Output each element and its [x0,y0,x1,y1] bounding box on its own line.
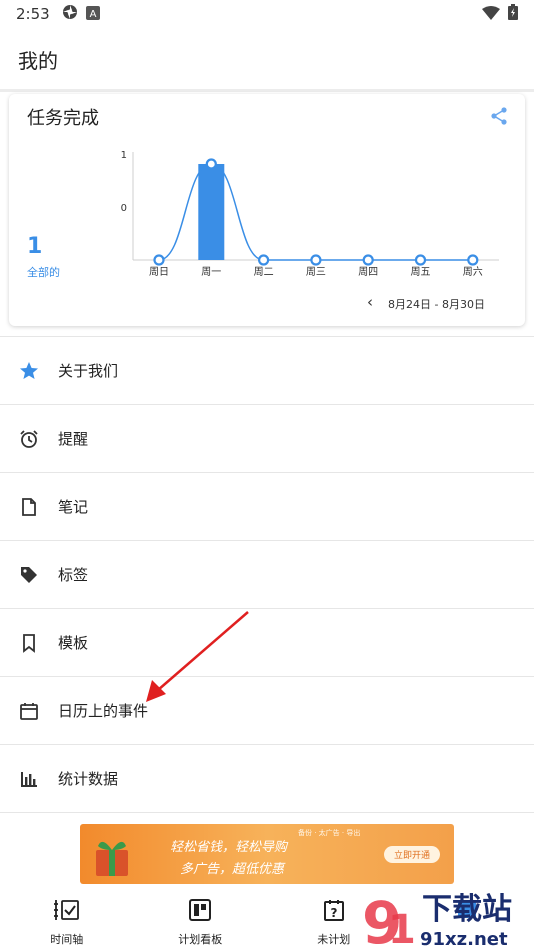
tag-icon [18,564,40,586]
watermark-text: 下载站 [422,892,512,927]
watermark-domain: 91xz.net [420,929,508,950]
svg-text:?: ? [330,906,337,920]
ad-top-text: 备份 · 太广告 · 导出 [298,829,361,837]
menu-item-label: 关于我们 [58,362,119,380]
x-tick-label: 周三 [306,266,326,278]
battery-icon [508,4,518,24]
menu-item-templates[interactable]: 模板 [0,608,534,676]
chart-point [153,254,165,266]
ad-cta-button[interactable]: 立即开通 [383,846,440,863]
menu-item-label: 标签 [58,566,89,584]
menu-item-label: 笔记 [58,498,89,516]
y-tick-label: 1 [121,150,127,161]
chart-point [467,254,479,266]
nav-label: 未计划 [317,933,351,946]
ad-headline: 轻松省钱，轻松导购 [170,840,288,855]
menu-divider [0,812,534,813]
ad-banner[interactable]: 备份 · 太广告 · 导出 轻松省钱，轻松导购 多广告，超低优惠 立即开通 [80,824,454,884]
page-title: 我的 [18,48,58,73]
menu-item-label: 统计数据 [58,770,119,788]
chart-bar [198,164,225,260]
chart-point [310,254,322,266]
status-bar: 2:53 A [0,0,534,28]
nav-label: 计划看板 [178,933,223,946]
menu-item-notes[interactable]: 笔记 [0,472,534,540]
menu-item-about[interactable]: 关于我们 [0,336,534,404]
svg-text:A: A [89,9,96,20]
status-time: 2:53 [16,5,50,23]
date-range[interactable]: 8月24日 - 8月30日 [388,296,485,312]
x-tick-label: 周日 [149,266,169,278]
nav-plan-board[interactable]: 计划看板 [134,886,268,950]
y-tick-label: 0 [121,203,127,214]
chevron-left-icon[interactable]: ‹ [367,293,373,311]
nav-label: 时间轴 [50,933,84,946]
unplanned-icon: ? [322,898,346,926]
site-watermark: 9 1 下载站 91xz.net [362,889,512,950]
menu-list: 关于我们 提醒 笔记 标签 模板 日历上的事件 统计数据 [0,336,534,813]
wifi-icon [482,5,500,24]
watermark-logo-1: 1 [388,907,416,950]
chart-point [362,254,374,266]
settings-status-icon [62,4,78,24]
app-bar: 我的 [0,28,534,90]
gift-icon [92,834,132,878]
nav-timeline[interactable]: 时间轴 [0,886,134,950]
x-tick-label: 周四 [358,266,378,278]
alarm-icon [18,428,40,450]
task-chart: 1 0 周日 周一 周二 周三 周四 周五 周六 [121,150,499,278]
total-label: 全部的 [27,266,60,279]
ad-subline: 多广告，超低优惠 [180,862,285,877]
x-tick-label: 周一 [201,266,221,278]
star-icon [18,360,40,382]
menu-item-label: 模板 [58,634,89,652]
x-tick-label: 周六 [463,266,483,278]
menu-item-calendar-events[interactable]: 日历上的事件 [0,676,534,744]
a-status-icon: A [85,5,100,24]
note-icon [18,496,40,518]
bookmark-icon [18,632,40,654]
chart-point [205,158,217,170]
chart-point [258,254,270,266]
menu-item-label: 日历上的事件 [58,702,149,720]
task-completion-card: 任务完成 1 0 周日 周一 周二 周三 周四 周五 周六 1 全部的 ‹ 8月24日 - 8月… [9,94,525,326]
bar-chart-icon [18,768,40,790]
x-tick-label: 周五 [411,266,431,278]
menu-item-reminder[interactable]: 提醒 [0,404,534,472]
x-tick-label: 周二 [254,266,274,278]
menu-item-statistics[interactable]: 统计数据 [0,744,534,812]
menu-item-label: 提醒 [58,430,89,448]
board-icon [188,898,212,926]
timeline-icon [53,898,80,926]
appbar-divider [0,89,534,92]
total-count: 1 [27,234,43,259]
calendar-icon [18,700,40,722]
menu-item-tags[interactable]: 标签 [0,540,534,608]
chart-point [414,254,427,266]
